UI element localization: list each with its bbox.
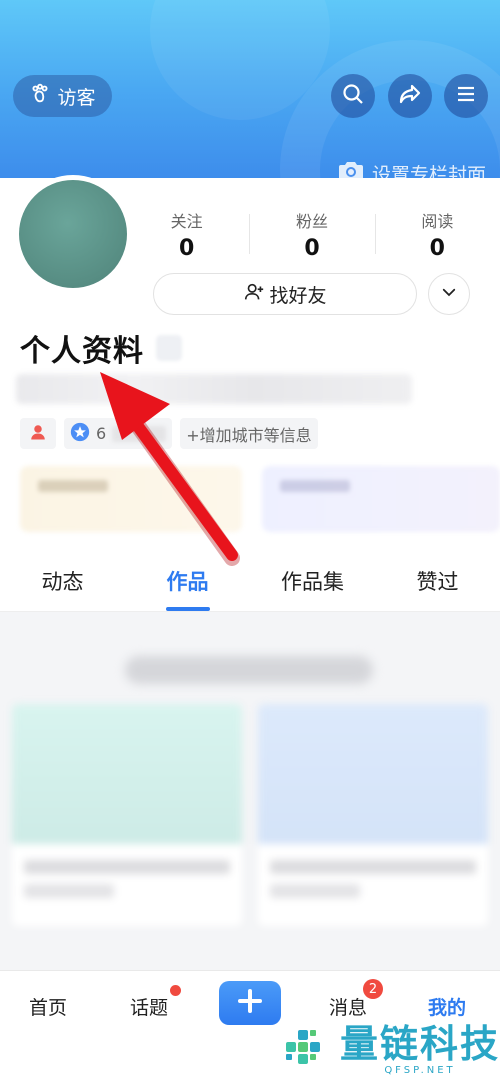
medal-label-blurred xyxy=(112,425,167,442)
medal-icon xyxy=(70,422,90,446)
search-icon xyxy=(341,82,365,110)
share-icon xyxy=(398,82,422,110)
visitor-button[interactable]: 访客 xyxy=(13,75,112,117)
nav-topics[interactable]: 话题 xyxy=(130,993,168,1020)
find-friends-button[interactable]: 找好友 xyxy=(153,273,417,315)
medal-count: 6 xyxy=(96,424,107,443)
expand-button[interactable] xyxy=(428,273,470,315)
add-info-tag[interactable]: +增加城市等信息 xyxy=(180,418,318,449)
works-feed-blurred xyxy=(0,612,500,970)
content-tabs: 动态 作品 作品集 赞过 xyxy=(0,552,500,612)
tag-row: 6 +增加城市等信息 xyxy=(20,418,318,449)
bio-text-blurred xyxy=(16,374,412,404)
chevron-down-icon xyxy=(440,283,458,305)
stat-label: 关注 xyxy=(170,212,203,231)
nav-mine[interactable]: 我的 xyxy=(428,993,466,1020)
visitor-label: 访客 xyxy=(57,86,96,109)
add-info-label: +增加城市等信息 xyxy=(186,425,312,445)
stat-label: 阅读 xyxy=(421,212,454,231)
plus-icon xyxy=(236,987,264,1019)
stats-row: 关注 0 粉丝 0 阅读 0 xyxy=(124,208,500,261)
stat-value: 0 xyxy=(429,236,445,261)
find-friends-label: 找好友 xyxy=(269,284,327,307)
avatar-image xyxy=(19,180,127,288)
watermark: 量链科技 QFSP.NET xyxy=(278,1020,500,1080)
search-button[interactable] xyxy=(331,74,375,118)
tab-liked[interactable]: 赞过 xyxy=(375,552,500,611)
watermark-subtext: QFSP.NET xyxy=(384,1064,456,1076)
feed-card[interactable] xyxy=(12,704,242,926)
gender-tag[interactable] xyxy=(20,418,56,449)
stat-value: 0 xyxy=(304,236,320,261)
profile-name[interactable]: 个人资料 xyxy=(20,326,144,370)
tab-collections[interactable]: 作品集 xyxy=(250,552,375,611)
feed-card[interactable] xyxy=(258,704,488,926)
stat-reads[interactable]: 阅读 0 xyxy=(374,208,500,261)
promo-card[interactable] xyxy=(262,466,500,532)
edit-icon[interactable] xyxy=(156,335,182,361)
stat-value: 0 xyxy=(179,236,195,261)
feed-title-blurred xyxy=(125,656,373,684)
footprint-icon xyxy=(29,83,51,110)
person-icon xyxy=(29,423,47,445)
topics-red-dot xyxy=(170,985,181,996)
avatar[interactable] xyxy=(14,175,132,293)
name-row: 个人资料 xyxy=(20,326,182,370)
watermark-logo-icon xyxy=(278,1020,334,1080)
stat-label: 粉丝 xyxy=(295,212,328,231)
messages-badge: 2 xyxy=(363,979,383,999)
add-user-icon xyxy=(243,281,265,308)
tab-dynamic[interactable]: 动态 xyxy=(0,552,125,611)
nav-home[interactable]: 首页 xyxy=(29,993,67,1020)
menu-icon xyxy=(454,82,478,110)
watermark-text: 量链科技 xyxy=(340,1021,500,1066)
stat-followers[interactable]: 粉丝 0 xyxy=(249,208,374,261)
promo-card[interactable] xyxy=(20,466,242,532)
promo-cards xyxy=(20,466,500,532)
tab-works[interactable]: 作品 xyxy=(125,552,250,611)
medal-tag[interactable]: 6 xyxy=(64,418,173,449)
create-button[interactable] xyxy=(219,981,281,1025)
menu-button[interactable] xyxy=(444,74,488,118)
profile-header: 访客 设置专栏封面 xyxy=(0,0,500,200)
share-button[interactable] xyxy=(388,74,432,118)
nav-messages[interactable]: 消息 xyxy=(329,993,367,1020)
stat-following[interactable]: 关注 0 xyxy=(124,208,249,261)
